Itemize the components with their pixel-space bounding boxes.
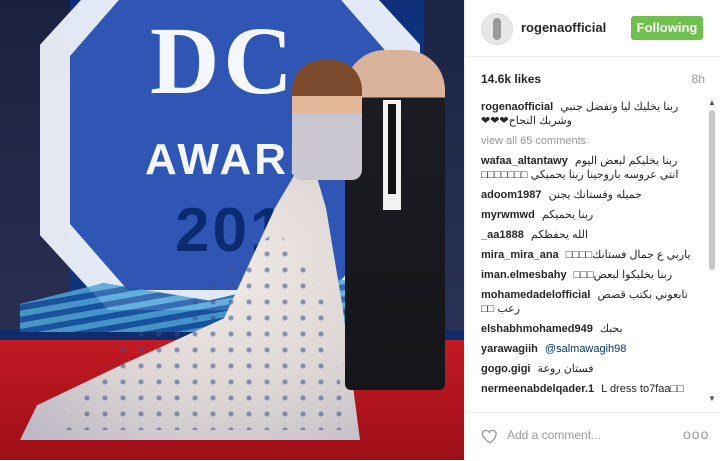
comment-username[interactable]: mira_mira_ana <box>481 249 559 261</box>
comments-list[interactable]: rogenaofficial ربنا يخليك ليا وتفضل جنبي… <box>481 100 697 404</box>
comment-username[interactable]: nermeenabdelqader.1 <box>481 383 594 395</box>
comment-username[interactable]: gogo.gigi <box>481 363 530 375</box>
comment-item: adoom1987 جميله وفستانك يجنن <box>481 188 697 202</box>
comment-username[interactable]: wafaa_altantawy <box>481 155 568 167</box>
heart-icon[interactable] <box>481 427 499 445</box>
caption-username[interactable]: rogenaofficial <box>481 101 553 113</box>
comment-text: فستان روعة <box>537 363 594 375</box>
backdrop-dc-text: DC <box>150 7 297 114</box>
comment-username[interactable]: elshabhmohamed949 <box>481 323 593 335</box>
post-photo[interactable]: DC D AWARD 201 <box>0 0 464 460</box>
post-header: rogenaofficial Following <box>465 0 720 57</box>
more-options-icon[interactable]: ooo <box>683 426 709 442</box>
caption: rogenaofficial ربنا يخليك ليا وتفضل جنبي… <box>481 100 697 128</box>
comment-item: elshabhmohamed949 بحبك <box>481 322 697 336</box>
add-comment-input[interactable]: Add a comment... <box>507 428 601 442</box>
scrollbar-thumb[interactable] <box>709 110 715 270</box>
post-meta: 14.6k likes 8h <box>481 72 705 90</box>
comment-username[interactable]: adoom1987 <box>481 189 542 201</box>
avatar[interactable] <box>481 13 513 45</box>
comment-username[interactable]: _aa1888 <box>481 229 524 241</box>
comment-text: جميله وفستانك يجنن <box>548 189 642 201</box>
comment-username[interactable]: mohamedadelofficial <box>481 289 590 301</box>
comment-item: myrwmwd ربنا يحميكم <box>481 208 697 222</box>
comment-mention-link[interactable]: @salmawagih98 <box>545 343 627 355</box>
comment-text: L dress to7faa□□ <box>601 383 684 395</box>
comment-item: gogo.gigi فستان روعة <box>481 362 697 376</box>
comment-text: ياربي ع جمال فستانك□□□□ <box>565 249 691 261</box>
comment-username[interactable]: myrwmwd <box>481 209 535 221</box>
post-time[interactable]: 8h <box>692 72 705 86</box>
comment-text: الله يحفظكم <box>530 229 589 241</box>
scroll-up-arrow-icon[interactable]: ▲ <box>707 98 717 108</box>
username-link[interactable]: rogenaofficial <box>521 20 606 35</box>
comment-text: ربنا يخليكوا لبعض□□□ <box>573 269 673 281</box>
comment-username[interactable]: yarawagiih <box>481 343 538 355</box>
scroll-down-arrow-icon[interactable]: ▼ <box>707 394 717 404</box>
comment-text: ربنا يحميكم <box>541 209 594 221</box>
comment-item: iman.elmesbahy ربنا يخليكوا لبعض□□□ <box>481 268 697 282</box>
comment-item: yarawagiih @salmawagih98 <box>481 342 697 356</box>
comment-username[interactable]: iman.elmesbahy <box>481 269 567 281</box>
comment-item: mohamedadelofficial تابعوني بكتب قصص رعب… <box>481 288 697 316</box>
likes-count[interactable]: 14.6k likes <box>481 72 541 86</box>
comment-text: بحبك <box>599 323 623 335</box>
avatar-figure <box>493 18 501 40</box>
woman-upper-body <box>292 60 362 180</box>
comment-item: nermeenabdelqader.1 L dress to7faa□□ <box>481 382 697 396</box>
man-tie <box>388 104 396 194</box>
comment-item: wafaa_altantawy ربنا يخليكم لبعض اليوم ا… <box>481 154 697 182</box>
view-all-comments-link[interactable]: view all 65 comments <box>481 134 697 148</box>
comment-item: mira_mira_ana ياربي ع جمال فستانك□□□□ <box>481 248 697 262</box>
post-side-panel: rogenaofficial Following 14.6k likes 8h … <box>464 0 720 460</box>
comments-scrollbar[interactable]: ▲ ▼ <box>707 98 717 404</box>
post-footer: Add a comment... ooo <box>465 412 720 461</box>
following-button[interactable]: Following <box>631 16 703 40</box>
post-viewer: DC D AWARD 201 rogenaofficial Following … <box>0 0 720 460</box>
comment-item: _aa1888 الله يحفظكم <box>481 228 697 242</box>
